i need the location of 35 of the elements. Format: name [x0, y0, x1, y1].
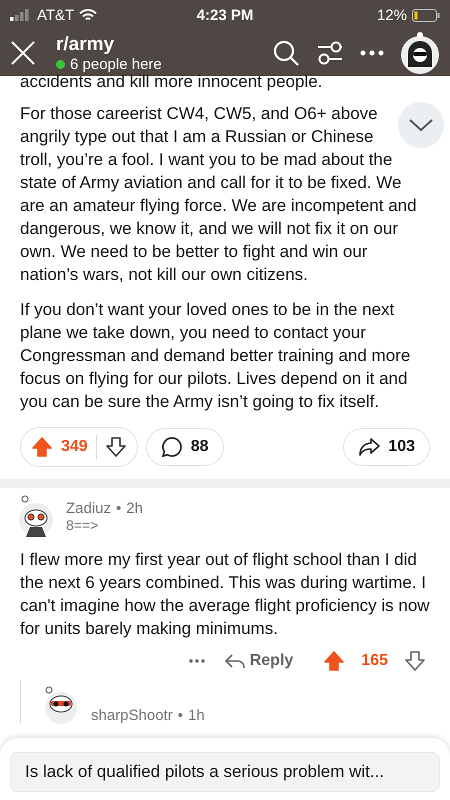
online-count: 6 people here [70, 56, 162, 72]
scroll-down-button[interactable] [398, 102, 444, 148]
share-button[interactable]: 103 [343, 428, 430, 466]
upvote-button[interactable] [31, 436, 53, 458]
user-flair: 8==> [66, 516, 100, 532]
username[interactable]: Zadiuz [66, 500, 112, 516]
battery-level: 12% [376, 6, 407, 24]
carrier: AT&T [37, 6, 74, 24]
comment-age: 1h [188, 707, 205, 724]
post-paragraph: If you don’t want your loved ones to be in the next plane we take down, you need to contact your Congressman and demand better training and more focus on flying for our pilots. Lives depend on it and you can be sure the Army isn’t going to fix itself. [20, 299, 412, 413]
comments-button[interactable]: 88 [146, 428, 224, 466]
reply-field[interactable]: Is lack of qualified pilots a serious problem wit... [10, 752, 440, 792]
wifi-icon [79, 8, 98, 22]
vote-count: 349 [61, 438, 88, 456]
subreddit-title[interactable]: r/army [56, 34, 260, 56]
avatar-icon [16, 494, 56, 538]
chevron-down-icon [408, 118, 434, 132]
comment-age: 2h [126, 500, 143, 516]
post-paragraph: accidents and kill more innocent people. [20, 72, 324, 92]
clock: 4:23 PM [196, 6, 254, 24]
more-icon [360, 49, 384, 57]
battery-icon [412, 8, 440, 22]
downvote-button[interactable] [104, 436, 127, 458]
speech-bubble-icon [160, 436, 183, 458]
share-icon [358, 437, 380, 457]
reply-button[interactable]: Reply [220, 648, 298, 674]
reply-arrow-icon [224, 653, 245, 669]
more-icon [188, 659, 205, 663]
username[interactable]: sharpShootr [91, 707, 173, 724]
separator-dot: • [178, 707, 183, 724]
online-dot [56, 60, 65, 68]
post-paragraph: For those careerist CW4, CW5, and O6+ above angrily type out that I am a Russian or Chinese troll, you’re a fool. I want you to be mad about the state of Army aviation and call for it to be fixed. We are an amateur flying force. We are incompetent and dangerous, we know it, and we will not fix it on our own. We need to be better to fight and win our nation’s wars, not kill our own citizens. [20, 102, 430, 286]
vote-count: 165 [361, 652, 388, 670]
comment-text: I flew more my first year out of flight school than I did the next 6 years combined. This was during wartime. I can't imagine how the average flight proficiency is now for units barely making minimums. [20, 549, 430, 640]
separator-dot: • [116, 500, 122, 516]
